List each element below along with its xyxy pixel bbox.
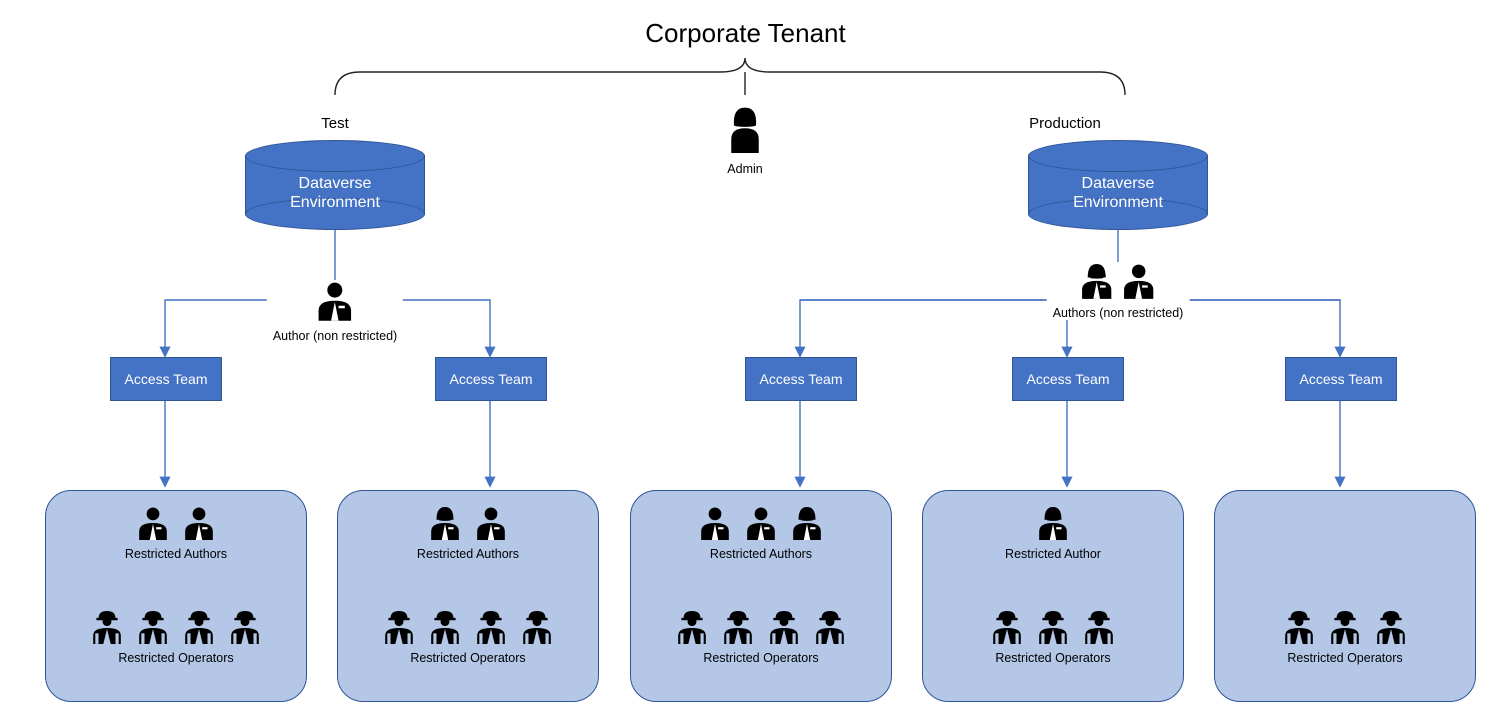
test-cylinder: Dataverse Environment <box>245 140 425 230</box>
restricted-operators-label: Restricted Operators <box>923 651 1183 665</box>
restricted-authors-label: Restricted Authors <box>631 547 891 561</box>
operator-icon <box>1282 609 1316 647</box>
operator-icon <box>90 609 124 647</box>
operator-icon <box>1374 609 1408 647</box>
test-heading: Test <box>321 115 349 132</box>
admin-person-icon <box>723 105 767 157</box>
person-icon <box>1121 262 1157 302</box>
access-team-label: Access Team <box>450 371 533 387</box>
person-icon <box>136 505 170 543</box>
operator-icon <box>1036 609 1070 647</box>
operator-icon <box>428 609 462 647</box>
test-cylinder-label: Dataverse Environment <box>245 174 425 212</box>
operator-icon <box>721 609 755 647</box>
access-team-box: Access Team <box>1012 357 1124 401</box>
person-icon <box>1079 262 1115 302</box>
restricted-authors-label: Restricted Authors <box>46 547 306 561</box>
person-icon <box>698 505 732 543</box>
diagram-title: Corporate Tenant <box>0 18 1491 49</box>
operator-icon <box>767 609 801 647</box>
operator-icon <box>675 609 709 647</box>
team-group-box: Restricted Authors Restricted Operators <box>337 490 599 702</box>
access-team-label: Access Team <box>760 371 843 387</box>
person-icon <box>474 505 508 543</box>
team-group-box: Restricted Authors Restricted Operators <box>45 490 307 702</box>
operator-icon <box>1082 609 1116 647</box>
access-team-label: Access Team <box>1300 371 1383 387</box>
access-team-box: Access Team <box>745 357 857 401</box>
operator-icon <box>136 609 170 647</box>
admin-label: Admin <box>723 162 767 176</box>
team-group-box: Restricted Operators <box>1214 490 1476 702</box>
person-icon <box>1036 505 1070 543</box>
restricted-operators-label: Restricted Operators <box>631 651 891 665</box>
operator-icon <box>228 609 262 647</box>
production-authors-label: Authors (non restricted) <box>1053 306 1184 320</box>
person-icon <box>315 280 355 324</box>
test-author-label: Author (non restricted) <box>273 329 397 343</box>
production-authors-block: Authors (non restricted) <box>1047 262 1190 320</box>
person-icon <box>428 505 462 543</box>
access-team-label: Access Team <box>125 371 208 387</box>
operator-icon <box>182 609 216 647</box>
operator-icon <box>382 609 416 647</box>
operator-icon <box>474 609 508 647</box>
operator-icon <box>990 609 1024 647</box>
operator-icon <box>813 609 847 647</box>
restricted-authors-label: Restricted Author <box>923 547 1183 561</box>
team-group-box: Restricted Authors Restricted Operators <box>630 490 892 702</box>
access-team-box: Access Team <box>1285 357 1397 401</box>
restricted-authors-label: Restricted Authors <box>338 547 598 561</box>
production-cylinder: Dataverse Environment <box>1028 140 1208 230</box>
production-cylinder-label: Dataverse Environment <box>1028 174 1208 212</box>
admin-block: Admin <box>723 105 767 176</box>
operator-icon <box>1328 609 1362 647</box>
person-icon <box>790 505 824 543</box>
person-icon <box>182 505 216 543</box>
restricted-operators-label: Restricted Operators <box>338 651 598 665</box>
restricted-operators-label: Restricted Operators <box>46 651 306 665</box>
person-icon <box>744 505 778 543</box>
test-author-block: Author (non restricted) <box>267 280 403 343</box>
access-team-box: Access Team <box>435 357 547 401</box>
restricted-operators-label: Restricted Operators <box>1215 651 1475 665</box>
team-group-box: Restricted Author Restricted Operators <box>922 490 1184 702</box>
production-heading: Production <box>1029 115 1101 132</box>
access-team-box: Access Team <box>110 357 222 401</box>
access-team-label: Access Team <box>1027 371 1110 387</box>
operator-icon <box>520 609 554 647</box>
